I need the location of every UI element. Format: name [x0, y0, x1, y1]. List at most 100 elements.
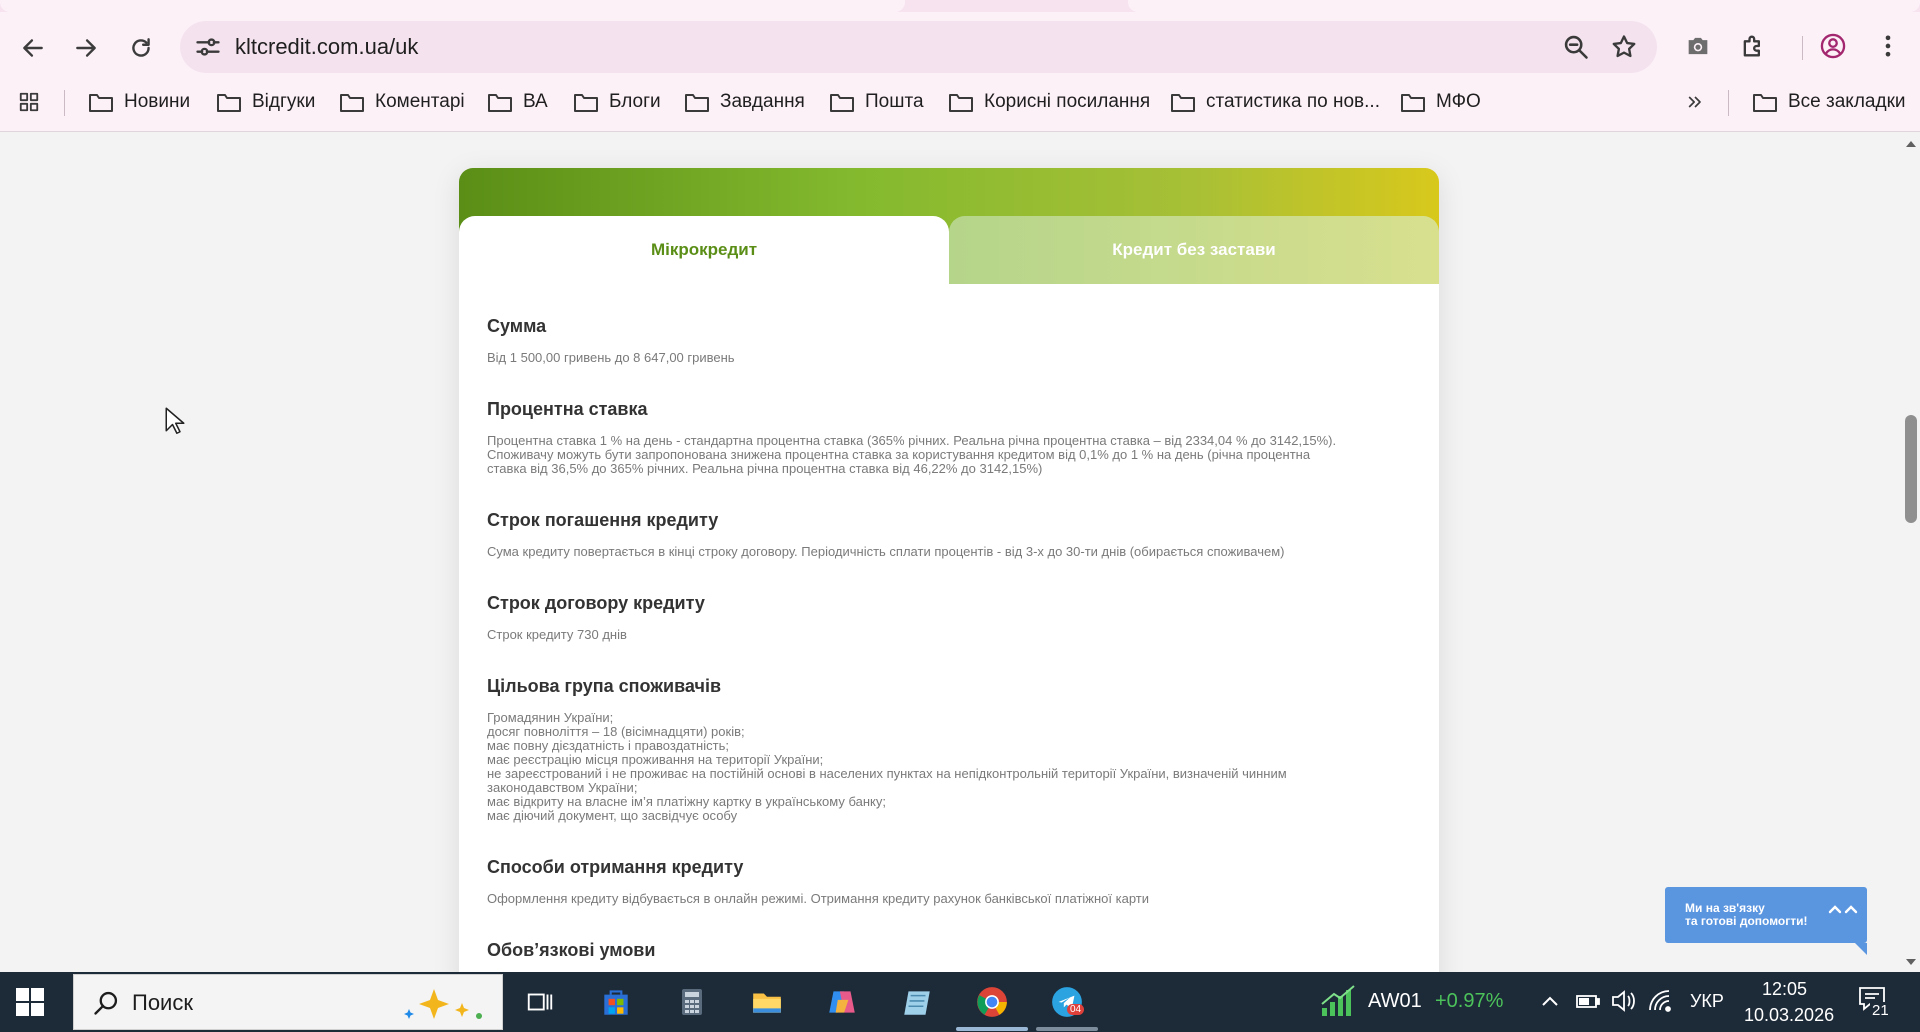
- back-button[interactable]: [13, 28, 53, 68]
- section-text: має діючий документ, що засвідчує особу: [487, 808, 738, 823]
- folder-icon: [488, 94, 512, 112]
- reload-icon: [132, 38, 150, 57]
- camera-icon: [1688, 37, 1708, 55]
- calculator-icon: [682, 989, 702, 1015]
- credit-terms-card: Мікрокредит Кредит без застави Сумма Від…: [459, 168, 1439, 972]
- screenshot-button[interactable]: [1680, 28, 1716, 64]
- page-viewport: Мікрокредит Кредит без застави Сумма Від…: [0, 132, 1902, 972]
- profile-button[interactable]: [1815, 28, 1851, 64]
- apps-button[interactable]: [16, 82, 42, 122]
- browser-chrome: kltcredit.com.ua/uk Новини Відгуки Комен…: [0, 0, 1920, 132]
- page-scrollbar[interactable]: [1902, 132, 1920, 972]
- section-title: Процентна ставка: [487, 399, 648, 419]
- volume-icon[interactable]: [1610, 988, 1638, 1014]
- search-icon: [94, 991, 118, 1015]
- section-text: Споживачу можуть бути запропонована зниж…: [487, 447, 1311, 462]
- support-chat-widget[interactable]: Ми на зв'язку та готові допомогти!: [1665, 887, 1867, 955]
- browser-menu-button[interactable]: [1870, 28, 1906, 64]
- zoom-out-icon[interactable]: [1562, 33, 1590, 61]
- file-explorer-button[interactable]: [747, 982, 787, 1022]
- bookmark-star-icon[interactable]: [1610, 33, 1638, 61]
- section-text: Процентна ставка 1 % на день - стандартн…: [487, 433, 1337, 448]
- folder-icon: [1753, 94, 1777, 112]
- section-text: має відкриту на власне ім’я платіжну кар…: [487, 794, 886, 809]
- stock-ticker-change[interactable]: +0.97%: [1435, 990, 1503, 1013]
- folder-icon: [830, 94, 854, 112]
- section-text: Від 1 500,00 гривень до 8 647,00 гривень: [487, 350, 735, 365]
- site-settings-icon[interactable]: [194, 33, 222, 61]
- taskbar-search[interactable]: Поиск: [73, 974, 503, 1030]
- notes-app-button[interactable]: [897, 982, 937, 1022]
- search-placeholder: Поиск: [132, 990, 193, 1015]
- bookmarks-bar: Новини Відгуки Коментарі ВА Блоги Завдан…: [0, 82, 1920, 122]
- windows-start-icon[interactable]: [14, 986, 46, 1018]
- tab-microcredit[interactable]: Мікрокредит: [459, 216, 949, 284]
- section-interest-rate: Процентна ставка Процентна ставка 1 % на…: [487, 399, 1417, 476]
- all-bookmarks-button[interactable]: Все закладки: [1752, 82, 1906, 122]
- tab-label: Кредит без застави: [1112, 240, 1276, 259]
- address-bar[interactable]: kltcredit.com.ua/uk: [180, 21, 1657, 73]
- running-app-indicator: [1036, 1027, 1098, 1031]
- bookmark-folder[interactable]: статистика по нов...: [1170, 82, 1380, 122]
- chevron-double-right-icon: [1688, 96, 1701, 108]
- tab-strip: [0, 0, 1920, 12]
- wifi-icon[interactable]: [1647, 988, 1675, 1014]
- folder-icon: [753, 993, 781, 1013]
- bookmark-folder[interactable]: ВА: [487, 82, 548, 122]
- bookmark-folder[interactable]: Новини: [88, 82, 190, 122]
- chevron-up-icon[interactable]: [1540, 992, 1560, 1010]
- bookmark-folder[interactable]: Відгуки: [216, 82, 315, 122]
- telegram-app-button[interactable]: 04: [1047, 982, 1087, 1022]
- forward-button[interactable]: [66, 28, 106, 68]
- battery-icon[interactable]: [1575, 990, 1601, 1012]
- terms-list: Сумма Від 1 500,00 гривень до 8 647,00 г…: [487, 316, 1417, 972]
- bookmark-folder[interactable]: Корисні посилання: [948, 82, 1150, 122]
- chat-line: та готові допомогти!: [1685, 914, 1808, 928]
- clock-time[interactable]: 12:05: [1762, 979, 1807, 1000]
- tab-credit-without-collateral[interactable]: Кредит без застави: [949, 216, 1439, 284]
- bookmark-label: Завдання: [720, 91, 805, 112]
- input-language[interactable]: УКР: [1690, 991, 1724, 1012]
- section-text: Сума кредиту повертається в кінці строку…: [487, 544, 1285, 559]
- section-title: Строк договору кредиту: [487, 593, 705, 613]
- section-mandatory-conditions: Обов’язкові умови: [487, 940, 1417, 961]
- copilot-button[interactable]: [822, 982, 862, 1022]
- section-title: Строк погашення кредиту: [487, 510, 719, 530]
- arrow-left-icon: [23, 39, 43, 57]
- stock-ticker-name[interactable]: AW01: [1368, 990, 1422, 1013]
- scrollbar-thumb[interactable]: [1905, 415, 1917, 523]
- apps-grid-icon: [19, 92, 39, 112]
- bookmark-folder[interactable]: Коментарі: [339, 82, 465, 122]
- scroll-down-icon[interactable]: [1903, 956, 1919, 968]
- clock-date[interactable]: 10.03.2026: [1744, 1005, 1834, 1026]
- folder-icon: [685, 94, 709, 112]
- section-title: Обов’язкові умови: [487, 940, 656, 960]
- reload-button[interactable]: [121, 28, 161, 68]
- browser-tab[interactable]: [1128, 0, 1920, 12]
- tab-label: Мікрокредит: [650, 240, 758, 259]
- task-view-button[interactable]: [520, 982, 560, 1022]
- section-text: має реєстрацію місця проживання на терит…: [487, 752, 824, 767]
- telegram-badge: 04: [1067, 1004, 1085, 1015]
- toolbar-divider: [1802, 36, 1803, 60]
- chrome-app-button[interactable]: [972, 982, 1012, 1022]
- bookmark-folder[interactable]: Завдання: [684, 82, 805, 122]
- url-text[interactable]: kltcredit.com.ua/uk: [235, 34, 418, 60]
- scroll-up-icon[interactable]: [1903, 138, 1919, 150]
- bookmark-label: Пошта: [865, 91, 924, 112]
- bookmark-folder[interactable]: Пошта: [829, 82, 924, 122]
- store-app-button[interactable]: [596, 982, 636, 1022]
- bookmark-folder[interactable]: МФО: [1400, 82, 1481, 122]
- copilot-icon: [829, 991, 855, 1013]
- browser-tab[interactable]: [0, 0, 905, 12]
- calculator-app-button[interactable]: [672, 982, 712, 1022]
- more-vertical-icon: [1885, 35, 1891, 57]
- extensions-button[interactable]: [1735, 28, 1771, 64]
- section-text: ставка від 36,5% до 365% річних. Реальна…: [487, 461, 1043, 476]
- bookmarks-divider: [64, 90, 65, 116]
- bookmarks-overflow-button[interactable]: [1685, 82, 1705, 122]
- all-bookmarks-label: Все закладки: [1788, 91, 1906, 112]
- active-app-indicator: [956, 1027, 1028, 1031]
- folder-icon: [340, 94, 364, 112]
- bookmark-folder[interactable]: Блоги: [573, 82, 661, 122]
